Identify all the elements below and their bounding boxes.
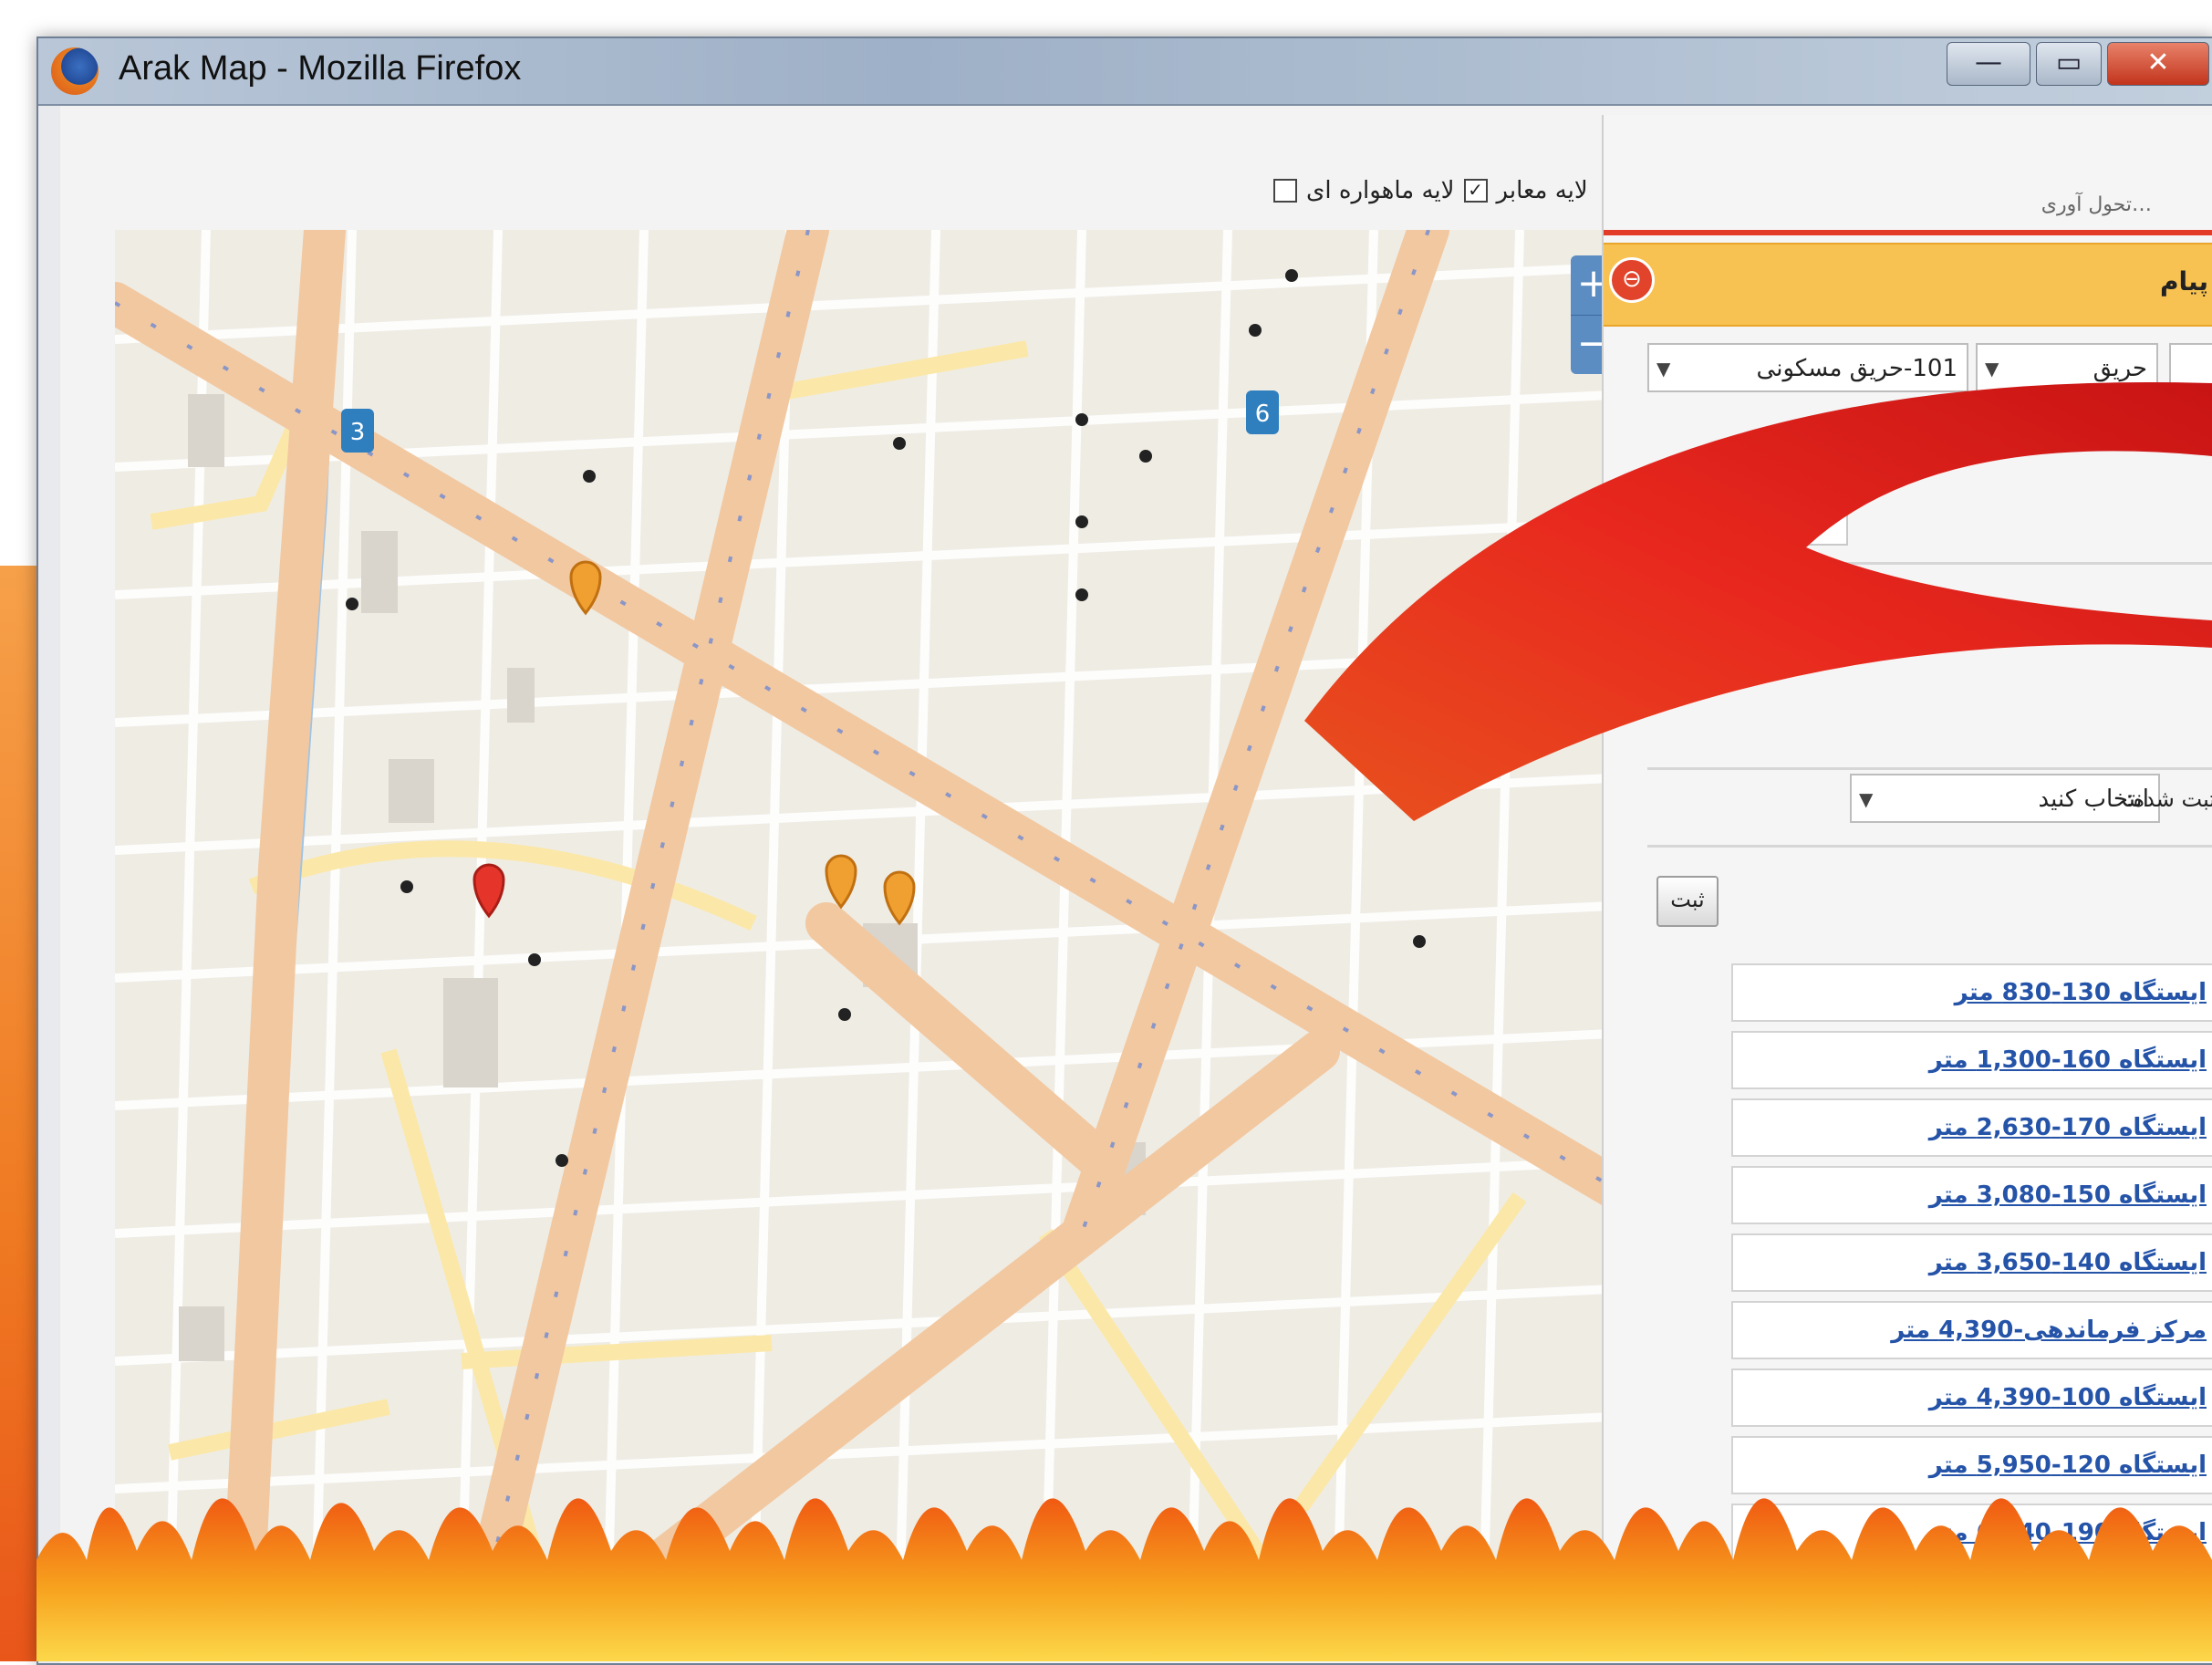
header-divider — [1604, 230, 2212, 235]
blue-marker-label-1: 3 — [350, 419, 366, 446]
chevron-down-icon: ▼ — [1656, 358, 1671, 380]
title-bar: Arak Map - Mozilla Firefox — ▭ ✕ — [38, 38, 2212, 106]
maximize-button[interactable]: ▭ — [2036, 42, 2102, 86]
incident-code-field[interactable] — [2169, 343, 2212, 392]
street-map[interactable]: 3 6 + − — [115, 230, 1629, 1617]
dispatch-panel: …تحول آوری ⊖ پیام ▼ 101-حریق مسکونی ▼ حر… — [1602, 115, 2212, 1575]
satellite-layer-label: لایه ماهواره ای — [1306, 177, 1455, 204]
station-item[interactable]: ایستگاه 130-830 متر — [1731, 963, 2212, 1022]
station-item[interactable]: ایستگاه 100-4,390 متر — [1731, 1368, 2212, 1427]
satellite-layer-checkbox[interactable] — [1273, 179, 1297, 203]
station-item[interactable]: مرکز فرماندهی-4,390 متر — [1731, 1301, 2212, 1359]
divider — [1647, 845, 2212, 848]
route-layer-checkbox[interactable]: ✓ — [1463, 179, 1488, 203]
registered-select[interactable]: ▼ انتخاب کنید — [1850, 774, 2160, 823]
station-item[interactable]: ایستگاه 170-2,630 متر — [1731, 1098, 2212, 1157]
close-button[interactable]: ✕ — [2107, 42, 2209, 86]
window-title: Arak Map - Mozilla Firefox — [119, 49, 522, 88]
minimize-button[interactable]: — — [1947, 42, 2030, 86]
layer-toggles: لایه معابر ✓ لایه ماهواره ای — [1273, 177, 1588, 204]
alert-icon[interactable]: ⊖ — [1609, 257, 1655, 303]
station-item[interactable]: ایستگاه 140-3,650 متر — [1731, 1233, 2212, 1292]
green-indicator — [1647, 598, 1675, 608]
divider — [1647, 562, 2212, 565]
station-item[interactable]: ایستگاه 160-1,300 متر — [1731, 1031, 2212, 1089]
chevron-down-icon: ▼ — [1985, 358, 1999, 380]
firefox-logo-icon — [51, 47, 99, 95]
incident-group-select[interactable]: ▼ حریق — [1976, 343, 2158, 392]
breadcrumb: …تحول آوری — [2041, 193, 2152, 216]
phone-input[interactable]: شماره تماس — [1647, 491, 1848, 546]
alert-bar: ⊖ پیام — [1604, 243, 2212, 327]
station-item[interactable]: ایستگاه 150-3,080 متر — [1731, 1166, 2212, 1224]
divider — [1647, 767, 2212, 770]
incident-type-select[interactable]: ▼ 101-حریق مسکونی — [1647, 343, 1968, 392]
chevron-down-icon: ▼ — [1859, 788, 1874, 810]
browser-window: Arak Map - Mozilla Firefox — ▭ ✕ لایه مع… — [36, 36, 2212, 1665]
submit-button[interactable]: ثبت — [1656, 876, 1719, 927]
registered-label: ثبت شده: — [2125, 786, 2212, 812]
blue-marker-label-2: 6 — [1255, 401, 1271, 428]
route-layer-label: لایه معابر — [1496, 177, 1588, 204]
decorative-flames — [36, 1498, 2212, 1661]
map-canvas: 3 6 — [115, 230, 1629, 1617]
alert-label: پیام — [2160, 266, 2208, 297]
